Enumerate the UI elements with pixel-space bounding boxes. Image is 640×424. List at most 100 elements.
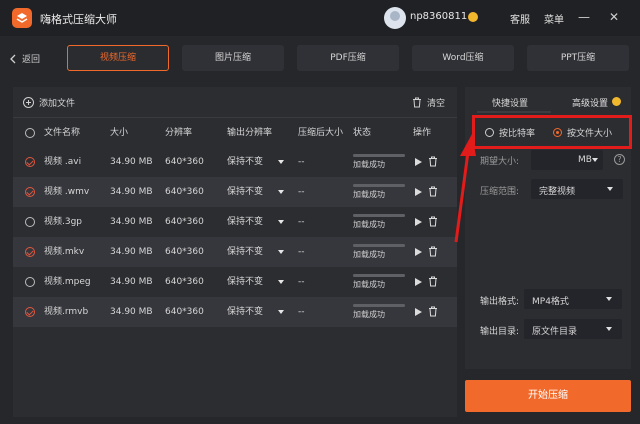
table-row[interactable]: 视频.mkv 34.90 MB 640*360 保持不变 -- 加载成功 <box>13 237 457 267</box>
table-header: 文件名称 大小 分辨率 输出分辨率 压缩后大小 状态 操作 <box>13 117 457 147</box>
progress-bar <box>353 184 405 187</box>
play-icon[interactable] <box>415 248 422 256</box>
file-name: 视频.mkv <box>44 247 85 257</box>
output-resolution-select[interactable]: 保持不变 <box>227 147 263 177</box>
row-checkbox[interactable] <box>25 277 35 287</box>
table-row[interactable]: 视频.rmvb 34.90 MB 640*360 保持不变 -- 加载成功 <box>13 297 457 327</box>
output-resolution-select[interactable]: 保持不变 <box>227 207 263 237</box>
file-resolution: 640*360 <box>165 217 204 227</box>
app-logo-icon <box>12 8 32 28</box>
progress-bar <box>353 304 405 307</box>
play-icon[interactable] <box>415 188 422 196</box>
chevron-down-icon[interactable] <box>278 160 284 164</box>
output-dir-select[interactable]: 原文件目录 <box>524 319 622 339</box>
table-row[interactable]: 视频 .avi 34.90 MB 640*360 保持不变 -- 加载成功 <box>13 147 457 177</box>
play-icon[interactable] <box>415 308 422 316</box>
delete-icon[interactable] <box>428 246 438 257</box>
play-icon[interactable] <box>415 278 422 286</box>
row-checkbox[interactable] <box>25 247 35 257</box>
format-value: MP4格式 <box>532 297 569 307</box>
tab-advanced-settings[interactable]: 高级设置 <box>572 96 608 109</box>
output-resolution-select[interactable]: 保持不变 <box>227 177 263 207</box>
customer-service-link[interactable]: 客服 <box>510 11 530 26</box>
compressed-size: -- <box>298 247 305 257</box>
load-status: 加载成功 <box>353 177 405 207</box>
progress-fill <box>353 154 405 157</box>
menu-button[interactable]: 菜单 <box>544 11 564 26</box>
delete-icon[interactable] <box>428 156 438 167</box>
chevron-down-icon <box>607 187 613 191</box>
tab-pdf-compress[interactable]: PDF压缩 <box>297 45 399 71</box>
file-resolution: 640*360 <box>165 187 204 197</box>
play-icon[interactable] <box>415 218 422 226</box>
delete-icon[interactable] <box>428 306 438 317</box>
user-avatar[interactable] <box>384 7 406 29</box>
delete-icon[interactable] <box>428 186 438 197</box>
chevron-down-icon[interactable] <box>278 280 284 284</box>
chevron-down-icon[interactable] <box>278 310 284 314</box>
back-button[interactable]: 返回 <box>10 52 40 65</box>
row-checkbox[interactable] <box>25 217 35 227</box>
row-checkbox[interactable] <box>25 187 35 197</box>
add-file-button[interactable]: 添加文件 <box>23 96 75 109</box>
table-row[interactable]: 视频.mpeg 34.90 MB 640*360 保持不变 -- 加载成功 <box>13 267 457 297</box>
select-all-checkbox[interactable] <box>25 128 35 138</box>
status-text: 加载成功 <box>353 280 385 289</box>
file-name: 视频 .wmv <box>44 187 90 197</box>
progress-fill <box>353 274 405 277</box>
vip-badge-icon <box>468 12 478 22</box>
annotation-highlight-box <box>472 115 632 149</box>
annotation-arrow <box>454 134 476 243</box>
username[interactable]: np8360811 <box>410 11 467 22</box>
trash-icon <box>412 97 421 108</box>
delete-icon[interactable] <box>428 216 438 227</box>
row-checkbox[interactable] <box>25 157 35 167</box>
expected-size-input[interactable]: MB <box>531 150 603 170</box>
progress-fill <box>353 184 405 187</box>
vip-crown-icon <box>612 97 621 106</box>
header-size: 大小 <box>110 128 129 138</box>
header-status: 状态 <box>353 128 372 138</box>
load-status: 加载成功 <box>353 297 405 327</box>
status-text: 加载成功 <box>353 220 385 229</box>
tab-quick-settings[interactable]: 快捷设置 <box>492 96 528 109</box>
file-name: 视频 .avi <box>44 157 82 167</box>
header-name: 文件名称 <box>44 128 81 138</box>
table-row[interactable]: 视频 .wmv 34.90 MB 640*360 保持不变 -- 加载成功 <box>13 177 457 207</box>
header-actions: 操作 <box>413 128 432 138</box>
progress-fill <box>353 214 405 217</box>
format-select[interactable]: MP4格式 <box>524 289 622 309</box>
clear-button[interactable]: 清空 <box>412 96 445 109</box>
range-label: 压缩范围: <box>480 187 520 197</box>
tab-word-compress[interactable]: Word压缩 <box>412 45 514 71</box>
file-list-panel: 添加文件 清空 文件名称 大小 分辨率 输出分辨率 压缩后大小 状态 操作 视频… <box>13 87 457 417</box>
chevron-down-icon[interactable] <box>278 250 284 254</box>
compressed-size: -- <box>298 217 305 227</box>
chevron-down-icon[interactable] <box>278 190 284 194</box>
load-status: 加载成功 <box>353 237 405 267</box>
compressed-size: -- <box>298 187 305 197</box>
delete-icon[interactable] <box>428 276 438 287</box>
file-size: 34.90 MB <box>110 307 153 317</box>
tab-video-compress[interactable]: 视频压缩 <box>67 45 169 71</box>
tab-image-compress[interactable]: 图片压缩 <box>182 45 284 71</box>
chevron-down-icon[interactable] <box>278 220 284 224</box>
file-size: 34.90 MB <box>110 217 153 227</box>
help-icon[interactable]: ? <box>614 154 625 165</box>
file-resolution: 640*360 <box>165 247 204 257</box>
clear-label: 清空 <box>426 99 445 109</box>
output-resolution-select[interactable]: 保持不变 <box>227 237 263 267</box>
minimize-icon[interactable]: — <box>574 7 594 27</box>
table-row[interactable]: 视频.3gp 34.90 MB 640*360 保持不变 -- 加载成功 <box>13 207 457 237</box>
range-select[interactable]: 完整视频 <box>531 179 623 199</box>
play-icon[interactable] <box>415 158 422 166</box>
close-icon[interactable]: ✕ <box>604 7 624 27</box>
output-dir-value: 原文件目录 <box>532 327 578 337</box>
header-compressed-size: 压缩后大小 <box>298 128 344 138</box>
expected-size-label: 期望大小: <box>480 157 520 167</box>
row-checkbox[interactable] <box>25 307 35 317</box>
output-resolution-select[interactable]: 保持不变 <box>227 267 263 297</box>
output-resolution-select[interactable]: 保持不变 <box>227 297 263 327</box>
start-compress-button[interactable]: 开始压缩 <box>465 380 631 412</box>
tab-ppt-compress[interactable]: PPT压缩 <box>527 45 629 71</box>
